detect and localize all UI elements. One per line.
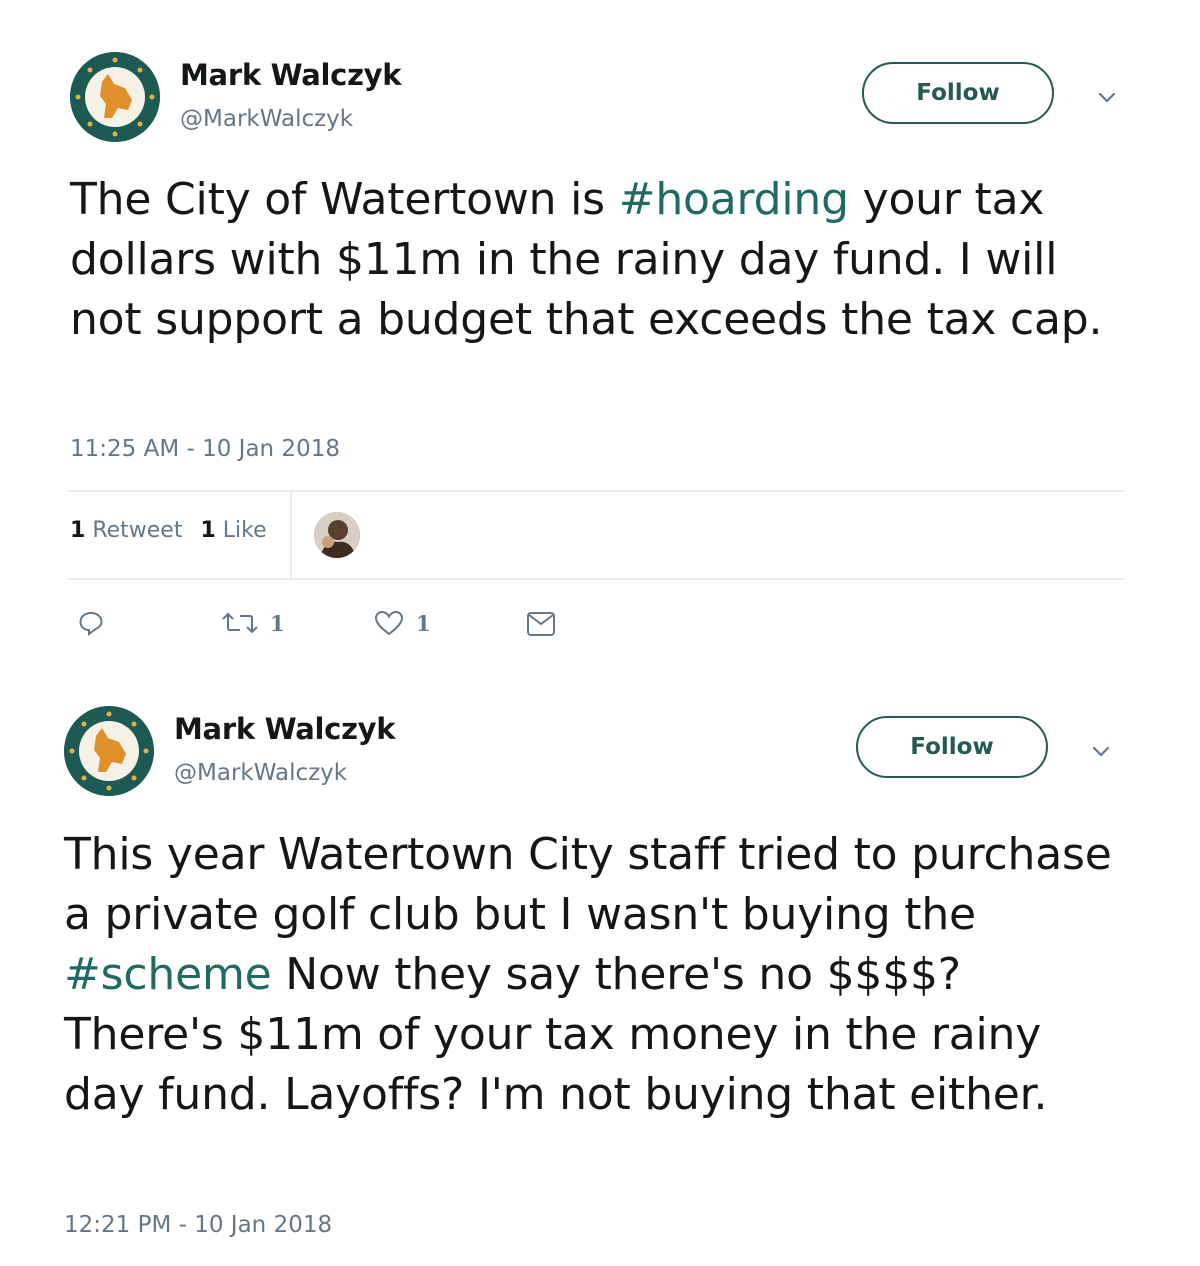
follow-button[interactable]: Follow: [856, 716, 1048, 778]
stats-divider: [290, 492, 292, 580]
timestamp[interactable]: 12:21 PM - 10 Jan 2018: [64, 1212, 332, 1238]
tweet-stats: 1 Retweet 1 Like: [70, 518, 267, 543]
message-button[interactable]: [526, 610, 556, 638]
retweet-icon: [222, 612, 258, 634]
author-handle[interactable]: @MarkWalczyk: [180, 106, 353, 132]
avatar[interactable]: [64, 706, 154, 796]
timestamp[interactable]: 11:25 AM - 10 Jan 2018: [70, 436, 340, 462]
retweet-count: 1: [270, 610, 285, 636]
tweet-1: Mark Walczyk @MarkWalczyk Follow The Cit…: [0, 0, 1200, 660]
dog-logo-icon: [70, 52, 160, 142]
like-stat[interactable]: 1 Like: [200, 518, 266, 543]
like-stat-label: Like: [222, 518, 267, 543]
author-name[interactable]: Mark Walczyk: [180, 58, 402, 92]
tweet-text-segment: The City of Watertown is: [70, 174, 619, 225]
divider: [68, 490, 1124, 492]
envelope-icon: [527, 612, 555, 636]
heart-icon: [374, 610, 404, 636]
like-button[interactable]: 1: [374, 610, 431, 636]
follow-button[interactable]: Follow: [862, 62, 1054, 124]
dog-logo-icon: [64, 706, 154, 796]
chevron-down-icon[interactable]: [1090, 740, 1112, 762]
retweet-stat-count: 1: [70, 518, 86, 543]
hashtag-link[interactable]: #hoarding: [619, 174, 849, 225]
chevron-down-icon[interactable]: [1096, 86, 1118, 108]
retweet-stat-label: Retweet: [92, 518, 183, 543]
avatar[interactable]: [70, 52, 160, 142]
author-handle[interactable]: @MarkWalczyk: [174, 760, 347, 786]
reply-icon: [79, 611, 103, 636]
hashtag-link[interactable]: #scheme: [64, 949, 272, 1000]
retweet-button[interactable]: 1: [222, 610, 285, 636]
tweet-2: Mark Walczyk @MarkWalczyk Follow This ye…: [0, 660, 1200, 1266]
like-count: 1: [416, 610, 431, 636]
like-stat-count: 1: [200, 518, 216, 543]
divider: [68, 578, 1124, 580]
tweet-text-segment: This year Watertown City staff tried to …: [64, 829, 1112, 940]
retweet-stat[interactable]: 1 Retweet: [70, 518, 182, 543]
liker-photo-icon: [314, 512, 360, 558]
tweet-text: The City of Watertown is #hoarding your …: [70, 170, 1130, 350]
liker-avatar[interactable]: [314, 512, 360, 558]
reply-button[interactable]: [78, 610, 104, 636]
author-name[interactable]: Mark Walczyk: [174, 712, 396, 746]
tweet-text: This year Watertown City staff tried to …: [64, 825, 1134, 1125]
